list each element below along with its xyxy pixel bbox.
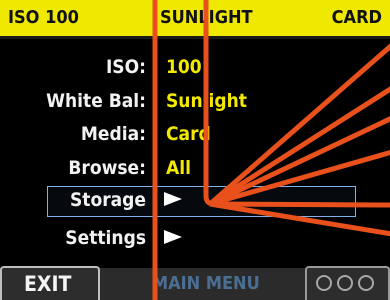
annotation-line-ray xyxy=(209,201,390,208)
annotation-line-ray xyxy=(208,86,390,207)
annotation-lines xyxy=(152,0,390,300)
annotation-line-ray xyxy=(209,201,390,237)
annotation-line-center xyxy=(203,0,224,207)
